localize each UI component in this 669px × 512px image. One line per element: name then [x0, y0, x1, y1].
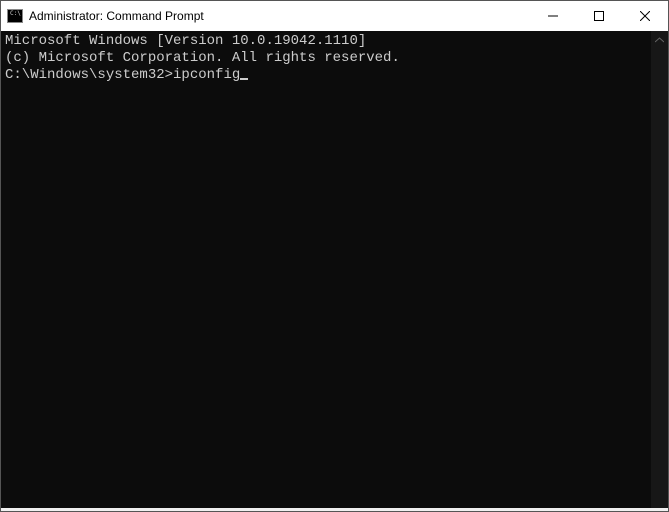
bottom-border: [1, 508, 668, 511]
scroll-track[interactable]: [651, 48, 668, 508]
titlebar[interactable]: C:\ Administrator: Command Prompt: [1, 1, 668, 31]
maximize-icon: [594, 11, 604, 21]
window-controls: [530, 1, 668, 31]
window-title: Administrator: Command Prompt: [29, 9, 204, 23]
terminal-output[interactable]: Microsoft Windows [Version 10.0.19042.11…: [1, 31, 651, 508]
prompt-path: C:\Windows\system32>: [5, 67, 173, 83]
text-cursor: [240, 78, 248, 80]
prompt-line: C:\Windows\system32>ipconfig: [5, 67, 647, 84]
close-icon: [640, 11, 650, 21]
close-button[interactable]: [622, 1, 668, 31]
cmd-icon[interactable]: C:\: [7, 9, 23, 23]
maximize-button[interactable]: [576, 1, 622, 31]
typed-command: ipconfig: [173, 67, 240, 83]
cmd-icon-label: C:\: [10, 11, 21, 17]
minimize-button[interactable]: [530, 1, 576, 31]
minimize-icon: [548, 11, 558, 21]
content-area: Microsoft Windows [Version 10.0.19042.11…: [1, 31, 668, 508]
title-left: C:\ Administrator: Command Prompt: [1, 9, 530, 23]
chevron-up-icon: [655, 37, 664, 43]
command-prompt-window: C:\ Administrator: Command Prompt Micros…: [0, 0, 669, 512]
vertical-scrollbar[interactable]: [651, 31, 668, 508]
copyright-line: (c) Microsoft Corporation. All rights re…: [5, 50, 647, 67]
scroll-up-button[interactable]: [651, 31, 668, 48]
version-line: Microsoft Windows [Version 10.0.19042.11…: [5, 33, 647, 50]
